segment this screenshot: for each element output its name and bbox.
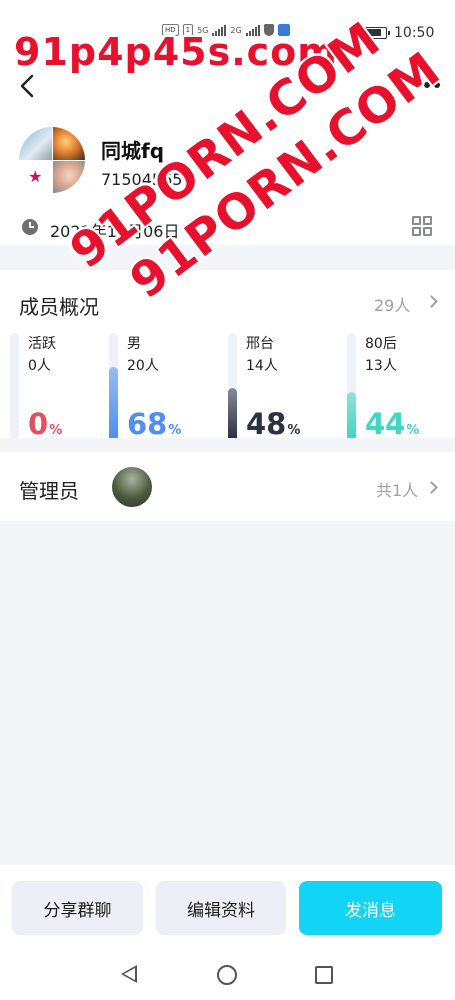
stat-percent: 44% [365, 407, 420, 441]
send-message-button[interactable]: 发消息 [299, 881, 442, 935]
stat-label: 邢台 [246, 336, 274, 352]
stat-male: 男 20人 68% [109, 333, 209, 441]
stat-bar-track [109, 333, 118, 438]
stat-bar-track [10, 333, 19, 438]
stat-age: 80后 13人 44% [347, 333, 447, 441]
back-arrow-icon[interactable] [14, 72, 42, 100]
group-avatar[interactable]: ★ [19, 127, 85, 193]
stat-bar-track [347, 333, 356, 438]
admin-avatar[interactable] [112, 467, 152, 507]
stat-label: 活跃 [28, 336, 56, 352]
stat-active: 活跃 0人 0% [10, 333, 110, 441]
stat-bar-track [228, 333, 237, 438]
stat-bar-fill [109, 366, 118, 438]
stat-count: 20人 [127, 358, 159, 374]
stat-location: 邢台 14人 48% [228, 333, 328, 441]
stat-count: 14人 [246, 358, 278, 374]
stat-percent: 68% [127, 407, 182, 441]
member-overview-title: 成员概况 [19, 295, 99, 319]
nav-back-icon[interactable] [121, 965, 137, 983]
stat-percent: 0% [28, 407, 63, 441]
stat-count: 13人 [365, 358, 397, 374]
share-group-button[interactable]: 分享群聊 [12, 881, 143, 935]
clock-icon [22, 219, 38, 235]
group-name: 同城fq [101, 139, 165, 163]
member-count[interactable]: 29人 [374, 292, 410, 316]
admin-count[interactable]: 共1人 [376, 477, 418, 501]
stat-count: 0人 [28, 358, 51, 374]
stat-bar-fill [347, 391, 356, 438]
stat-label: 80后 [365, 336, 397, 352]
status-time: 10:50 [394, 25, 435, 41]
edit-profile-button[interactable]: 编辑资料 [156, 881, 286, 935]
nav-recents-icon[interactable] [315, 966, 333, 984]
stat-label: 男 [127, 336, 141, 352]
stat-bar-fill [228, 387, 237, 438]
nav-home-icon[interactable] [217, 965, 237, 985]
admin-title: 管理员 [19, 479, 79, 503]
qr-code-icon[interactable] [412, 216, 432, 236]
stat-percent: 48% [246, 407, 301, 441]
